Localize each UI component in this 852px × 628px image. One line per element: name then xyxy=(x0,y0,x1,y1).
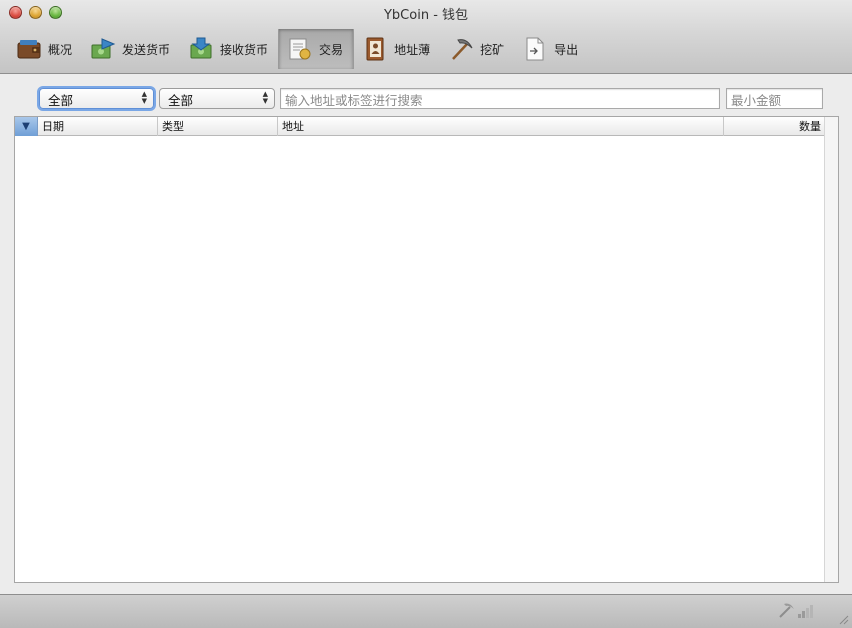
column-header-date[interactable]: 日期 xyxy=(38,117,158,136)
window-title: YbCoin - 钱包 xyxy=(383,8,469,23)
export-icon xyxy=(526,37,544,61)
updown-arrows-icon: ▲ ▼ xyxy=(141,90,147,105)
transactions-table: ▼ 日期 类型 地址 数量 xyxy=(14,116,839,583)
transactions-icon xyxy=(289,38,311,60)
main-toolbar: 概况 发送货币 接收货币 交易 地址薄 挖矿 导出 xyxy=(8,28,588,70)
type-filter-select[interactable]: 全部 ▲ ▼ xyxy=(159,88,275,109)
toolbar-transactions-label: 交易 xyxy=(319,42,344,57)
toolbar-transactions-button[interactable]: 交易 xyxy=(278,29,355,69)
min-amount-input[interactable]: 最小金额 xyxy=(726,88,823,109)
table-header: ▼ 日期 类型 地址 数量 xyxy=(15,117,825,136)
toolbar-overview-button[interactable]: 概况 xyxy=(8,29,82,69)
pickaxe-icon xyxy=(452,39,473,60)
column-header-address[interactable]: 地址 xyxy=(278,117,724,136)
connection-signal-icon[interactable] xyxy=(798,604,814,618)
type-filter-value: 全部 xyxy=(168,93,194,108)
status-bar xyxy=(0,594,852,628)
mining-status-icon[interactable] xyxy=(777,602,795,618)
table-vertical-scrollbar[interactable] xyxy=(824,117,838,582)
toolbar-mining-label: 挖矿 xyxy=(480,42,505,57)
status-icons xyxy=(777,602,814,618)
column-header-amount[interactable]: 数量 xyxy=(724,117,825,136)
column-header-status[interactable]: ▼ xyxy=(15,117,38,136)
toolbar-export-button[interactable]: 导出 xyxy=(514,29,588,69)
column-header-type[interactable]: 类型 xyxy=(158,117,278,136)
send-coins-icon xyxy=(91,38,116,59)
transaction-filters: 全部 ▲ ▼ 全部 ▲ ▼ 输入地址或标签进行搜索 最小金额 xyxy=(0,88,852,112)
toolbar-address-book-button[interactable]: 地址薄 xyxy=(354,29,440,69)
toolbar-overview-label: 概况 xyxy=(48,42,73,57)
toolbar-address-book-label: 地址薄 xyxy=(394,42,431,57)
updown-arrows-icon: ▲ ▼ xyxy=(262,90,268,105)
toolbar-mining-button[interactable]: 挖矿 xyxy=(440,29,514,69)
date-filter-select[interactable]: 全部 ▲ ▼ xyxy=(39,88,154,109)
window-chrome: YbCoin - 钱包 概况 发送货币 接收货币 交易 地址薄 挖矿 导出 xyxy=(0,0,852,74)
toolbar-export-label: 导出 xyxy=(554,42,579,57)
toolbar-send-coins-button[interactable]: 发送货币 xyxy=(82,29,180,69)
toolbar-send-coins-label: 发送货币 xyxy=(122,42,171,57)
toolbar-receive-coins-button[interactable]: 接收货币 xyxy=(180,29,278,69)
resize-grip-icon[interactable] xyxy=(837,613,849,625)
address-book-icon xyxy=(366,37,384,61)
receive-coins-icon xyxy=(190,37,212,59)
toolbar-receive-coins-label: 接收货币 xyxy=(220,42,269,57)
address-search-input[interactable]: 输入地址或标签进行搜索 xyxy=(280,88,720,109)
wallet-icon xyxy=(17,40,41,59)
date-filter-value: 全部 xyxy=(48,93,74,108)
